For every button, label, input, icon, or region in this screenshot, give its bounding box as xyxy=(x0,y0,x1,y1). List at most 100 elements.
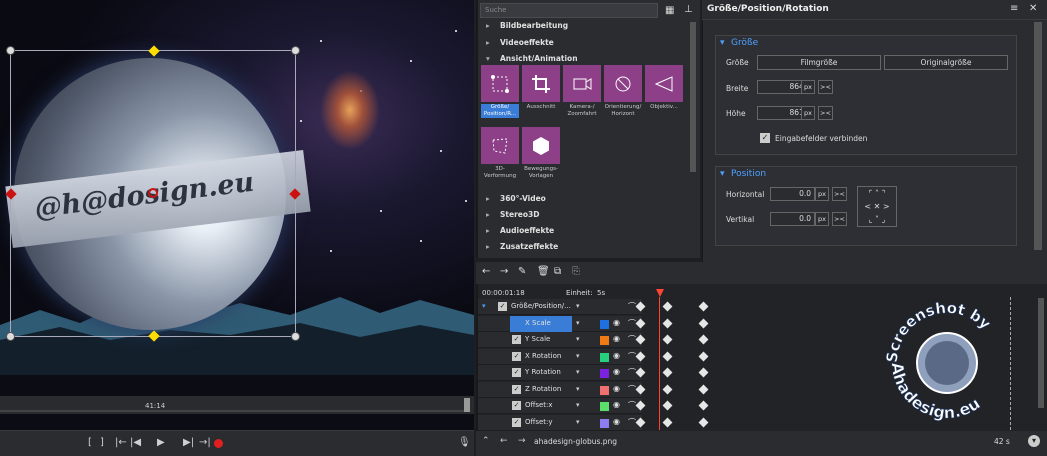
track-row[interactable]: ✓ Y Scale ▾ ◉ ⌒ xyxy=(478,332,642,348)
track-color-swatch[interactable] xyxy=(600,402,609,411)
unit-px[interactable]: px xyxy=(815,212,829,226)
track-row[interactable]: ✓X Scale▾◉⌒ xyxy=(478,315,642,332)
arrow-left-icon[interactable]: ← xyxy=(482,266,490,277)
reset-horizontal-button[interactable]: >< xyxy=(832,187,847,201)
paste-icon[interactable]: ⎘ xyxy=(572,266,580,277)
track-color-swatch[interactable] xyxy=(600,319,609,329)
visibility-icon[interactable]: ◉ xyxy=(613,351,620,360)
bracket-out-icon[interactable]: ] xyxy=(100,437,104,448)
unit-px[interactable]: px xyxy=(801,80,815,94)
pin-icon[interactable]: ⊥ xyxy=(684,4,693,15)
track-row[interactable]: ✓ Y Rotation ▾ ◉ ⌒ xyxy=(478,365,642,381)
effect-ausschnitt[interactable]: Ausschnitt xyxy=(522,65,560,120)
microphone-icon[interactable]: 🎙 xyxy=(458,437,471,448)
delete-icon[interactable]: 🗑 xyxy=(537,266,550,277)
copy-icon[interactable]: ⧉ xyxy=(554,266,561,277)
corner-handle[interactable] xyxy=(6,332,15,341)
effect-groesse-position[interactable]: Größe/ Position/R... xyxy=(481,65,519,120)
watermark: Screenshot by Ahadesign.eu xyxy=(882,298,994,422)
arrow-right-icon[interactable]: → xyxy=(500,266,508,277)
vertical-field[interactable]: 0.0 xyxy=(770,212,815,226)
anchor-grid[interactable]: ⌜ ˄ ⌝ < ✕ > ⌞ ˅ ⌟ xyxy=(857,186,897,227)
track-color-swatch[interactable] xyxy=(600,369,609,378)
track-dropdown-icon[interactable]: ▾ xyxy=(576,385,580,393)
track-dropdown-icon[interactable]: ▾ xyxy=(576,401,580,409)
visibility-icon[interactable]: ◉ xyxy=(613,334,620,343)
jump-start-icon[interactable]: |← xyxy=(115,437,127,448)
collapse-icon[interactable]: ▾ xyxy=(720,169,725,179)
scroll-handle[interactable] xyxy=(464,398,470,412)
video-preview[interactable]: @h@dosign.eu 41:14 xyxy=(0,0,474,430)
collapse-icon[interactable]: ▾ xyxy=(720,38,725,48)
menu-icon[interactable]: ≡ xyxy=(1010,3,1018,14)
unit-px[interactable]: px xyxy=(815,187,829,201)
bracket-in-icon[interactable]: [ xyxy=(88,437,92,448)
visibility-icon[interactable]: ◉ xyxy=(613,318,620,327)
category-zusatzeffekte[interactable]: ▸ Zusatzeffekte xyxy=(486,242,558,251)
category-bildbearbeitung[interactable]: ▸ Bildbearbeitung xyxy=(486,21,568,30)
track-row[interactable]: ✓ Offset:y ▾ ◉ ⌒ xyxy=(478,414,642,431)
effects-scrollbar[interactable] xyxy=(690,22,696,172)
effect-kamerafahrt[interactable]: Kamera-/ Zoomfahrt xyxy=(563,65,601,120)
selection-frame[interactable] xyxy=(5,45,301,342)
close-icon[interactable]: ✕ xyxy=(1029,3,1037,14)
category-stereo3d[interactable]: ▸ Stereo3D xyxy=(486,210,539,219)
reset-width-button[interactable]: >< xyxy=(818,80,833,94)
track-row[interactable]: ✓ Offset:x ▾ ◉ ⌒ xyxy=(478,398,642,414)
scrub-track[interactable] xyxy=(0,410,470,412)
track-dropdown-icon[interactable]: ▾ xyxy=(576,335,580,343)
visibility-icon[interactable]: ◉ xyxy=(613,384,620,393)
horizontal-field[interactable]: 0.0 xyxy=(770,187,815,201)
film-size-button[interactable]: Filmgröße xyxy=(757,55,881,70)
properties-scrollbar[interactable] xyxy=(1034,22,1042,250)
track-dropdown-icon[interactable]: ▾ xyxy=(576,302,580,310)
track-dropdown-icon[interactable]: ▾ xyxy=(576,368,580,376)
effect-orientierung[interactable]: Orientierung/ Horizont xyxy=(604,65,642,120)
corner-handle[interactable] xyxy=(291,332,300,341)
arrow-left-icon[interactable]: ← xyxy=(500,436,508,446)
effect-objektiv[interactable]: Objektiv... xyxy=(645,65,683,120)
prev-marker-icon[interactable]: |◀ xyxy=(130,437,141,448)
effect-bewegungsvorlagen[interactable]: Bewegungs- Vorlagen xyxy=(522,127,560,182)
track-row[interactable]: ✓ X Rotation ▾ ◉ ⌒ xyxy=(478,348,642,365)
track-dropdown-icon[interactable]: ▾ xyxy=(576,319,580,327)
track-color-swatch[interactable] xyxy=(600,336,609,345)
search-input[interactable]: Suche xyxy=(480,3,658,18)
corner-handle[interactable] xyxy=(6,46,15,55)
track-color-swatch[interactable] xyxy=(600,352,609,362)
scrub-bar[interactable]: 41:14 xyxy=(0,396,474,414)
grid-view-icon[interactable]: ▦ xyxy=(665,5,674,16)
jump-end-icon[interactable]: →| xyxy=(199,437,211,448)
visibility-icon[interactable]: ◉ xyxy=(613,367,620,376)
original-size-button[interactable]: Originalgröße xyxy=(884,55,1008,70)
expand-icon[interactable]: ▾ xyxy=(482,302,486,310)
category-audioeffekte[interactable]: ▸ Audioeffekte xyxy=(486,226,554,235)
anchor-point[interactable] xyxy=(148,188,158,198)
visibility-icon[interactable]: ◉ xyxy=(613,417,620,426)
record-icon[interactable] xyxy=(214,439,223,448)
category-videoeffekte[interactable]: ▸ Videoeffekte xyxy=(486,38,554,47)
category-ansicht-animation[interactable]: ▾ Ansicht/Animation xyxy=(486,54,578,63)
tile-label: Objektiv... xyxy=(650,104,678,110)
track-dropdown-icon[interactable]: ▾ xyxy=(576,418,580,426)
visibility-icon[interactable]: ◉ xyxy=(613,400,620,409)
effect-3d-verformung[interactable]: 3D- Verformung xyxy=(481,127,519,182)
next-marker-icon[interactable]: ▶| xyxy=(183,437,194,448)
track-dropdown-icon[interactable]: ▾ xyxy=(576,352,580,360)
play-icon[interactable]: ▶ xyxy=(157,437,165,448)
category-360-video[interactable]: ▸ 360°-Video xyxy=(486,194,546,203)
track-color-swatch[interactable] xyxy=(600,418,609,428)
timeline-scrollbar[interactable] xyxy=(1038,298,1044,408)
collapse-all-icon[interactable]: ⌃ xyxy=(482,436,490,446)
zoom-dropdown-icon[interactable]: ▾ xyxy=(1028,435,1040,447)
arrow-right-icon[interactable]: → xyxy=(518,436,526,446)
add-keyframe-icon[interactable]: ✎ xyxy=(518,266,526,277)
track-color-swatch[interactable] xyxy=(600,385,609,395)
corner-handle[interactable] xyxy=(291,46,300,55)
unit-px[interactable]: px xyxy=(801,106,815,120)
link-fields-checkbox[interactable]: ✓ xyxy=(760,133,770,143)
reset-vertical-button[interactable]: >< xyxy=(832,212,847,226)
reset-height-button[interactable]: >< xyxy=(818,106,833,120)
track-group-row[interactable]: ▾ ✓ Größe/Position/... ▾ ⌒ xyxy=(478,299,642,315)
track-row[interactable]: ✓ Z Rotation ▾ ◉ ⌒ xyxy=(478,381,642,398)
